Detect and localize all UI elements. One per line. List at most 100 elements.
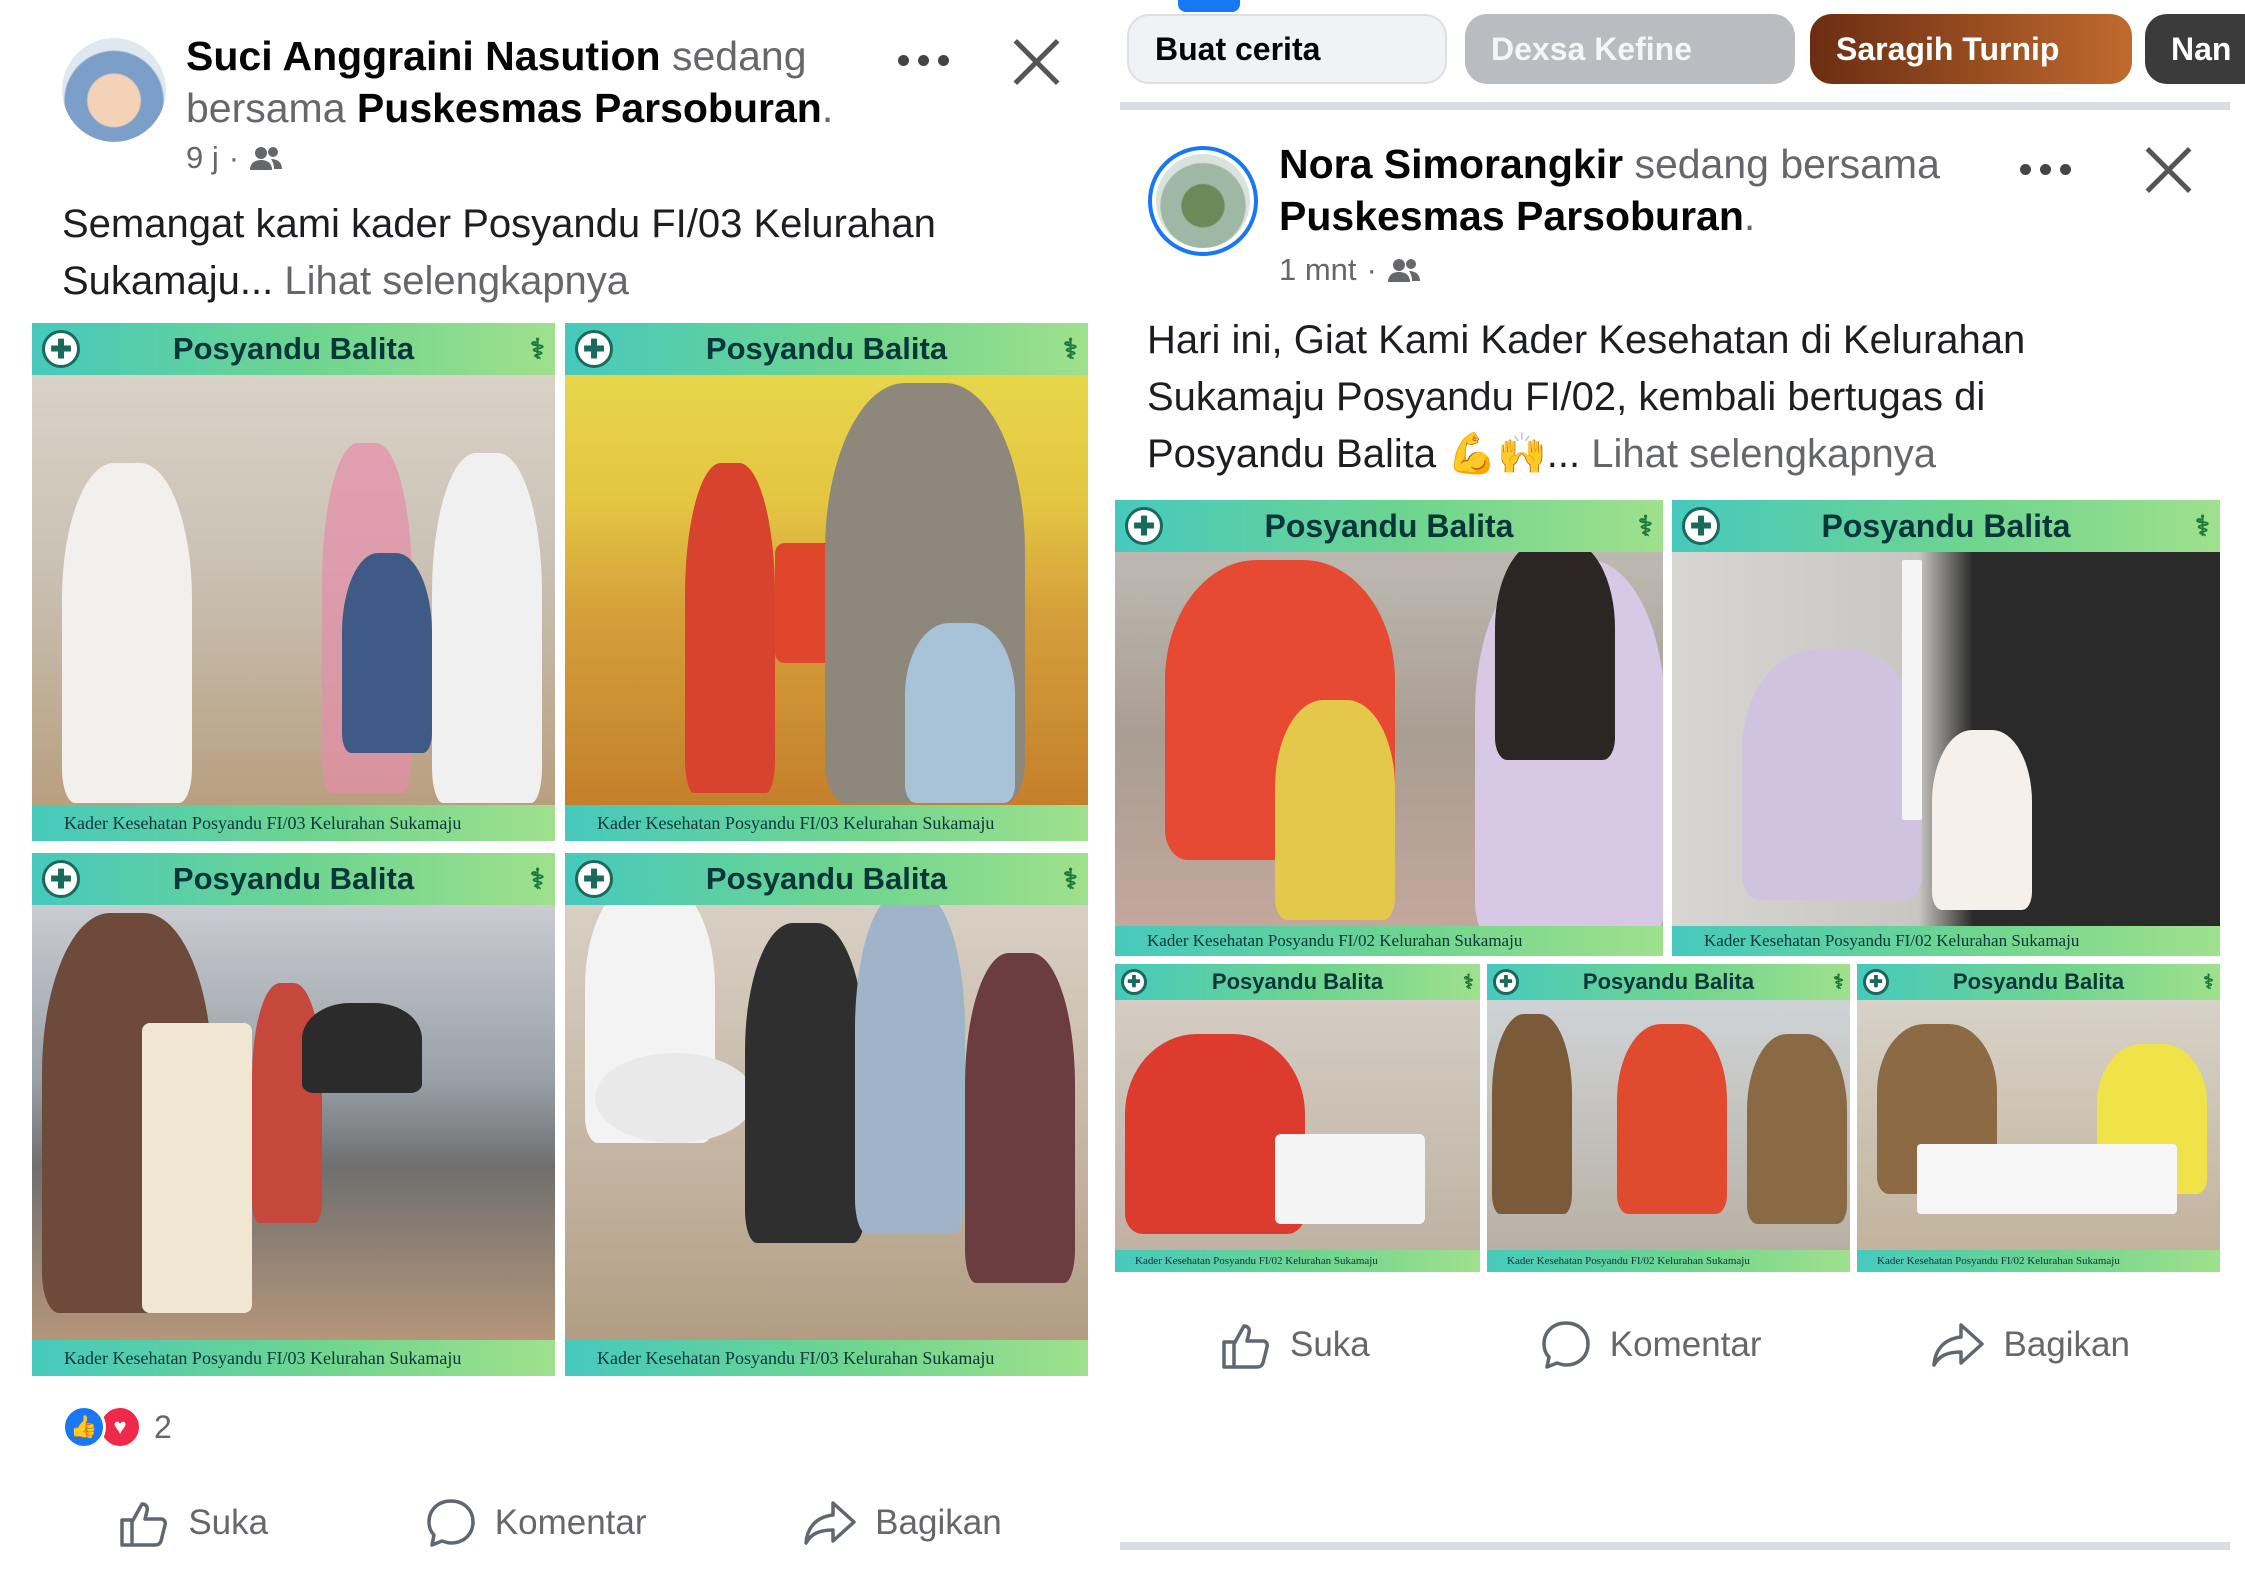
post-caption: Hari ini, Giat Kami Kader Kesehatan di K… (1147, 312, 2147, 483)
tile-title-band: ✚ Posyandu Balita ⚕ (565, 853, 1088, 905)
tile-footer: Kader Kesehatan Posyandu FI/03 Kelurahan… (565, 805, 1088, 841)
like-button[interactable]: Suka (1220, 1320, 1370, 1370)
logo-icon: ⚕ (2203, 971, 2214, 994)
reaction-summary[interactable]: 👍 ♥ 2 (62, 1405, 172, 1449)
tile-title-band: ✚ Posyandu Balita ⚕ (32, 323, 555, 375)
tile-title: Posyandu Balita (1952, 969, 2125, 994)
like-label: Suka (188, 1503, 269, 1542)
logo-icon: ⚕ (1062, 863, 1078, 895)
share-label: Bagikan (875, 1503, 1002, 1542)
share-icon (1932, 1323, 1985, 1367)
comment-button[interactable]: Komentar (425, 1497, 647, 1549)
post-actions: Suka Komentar Bagikan (1135, 1312, 2215, 1378)
group-audience-icon (250, 147, 283, 170)
author-name[interactable]: Nora Simorangkir (1279, 141, 1623, 187)
group-audience-icon (1387, 259, 1420, 282)
tile-title-band: ✚ Posyandu Balita ⚕ (1672, 500, 2220, 552)
like-icon (120, 1502, 168, 1547)
tile-title: Posyandu Balita (172, 331, 415, 366)
place-name[interactable]: Puskesmas Parsoburan (1279, 193, 1744, 239)
like-label: Suka (1289, 1325, 1370, 1364)
story-item[interactable]: Dexsa Kefine (1465, 14, 1795, 84)
photo-tile-1[interactable]: ✚ Posyandu Balita ⚕ Kader Kesehatan Posy… (1115, 500, 1663, 956)
tile-footer: Kader Kesehatan Posyandu FI/02 Kelurahan… (1115, 926, 1663, 956)
close-icon[interactable] (1010, 36, 1062, 88)
post-meta: 1 mnt · (1279, 252, 1421, 288)
tile-footer: Kader Kesehatan Posyandu FI/03 Kelurahan… (32, 1340, 555, 1376)
medical-cross-icon: ✚ (1121, 969, 1147, 995)
tile-footer: Kader Kesehatan Posyandu FI/03 Kelurahan… (565, 1340, 1088, 1376)
medical-cross-icon: ✚ (1682, 507, 1720, 545)
tile-footer: Kader Kesehatan Posyandu FI/02 Kelurahan… (1115, 1250, 1480, 1272)
divider-top (1120, 102, 2230, 110)
medical-cross-icon: ✚ (1493, 969, 1519, 995)
medical-cross-icon: ✚ (1863, 969, 1889, 995)
divider-bottom (1120, 1542, 2230, 1550)
story-label: Nan (2171, 30, 2232, 67)
medical-cross-icon: ✚ (42, 860, 80, 898)
tile-footer: Kader Kesehatan Posyandu FI/03 Kelurahan… (32, 805, 555, 841)
photo-tile-3[interactable]: ✚ Posyandu Balita ⚕ Kader Kesehatan Posy… (32, 853, 555, 1376)
right-post: Nora Simorangkir sedang bersama Puskesma… (1115, 112, 2245, 1587)
tile-title: Posyandu Balita (1821, 507, 2071, 544)
logo-icon: ⚕ (529, 863, 545, 895)
photo-tile-2[interactable]: ✚ Posyandu Balita ⚕ Kader Kesehatan Posy… (565, 323, 1088, 841)
photo-tile-4[interactable]: ✚ Posyandu Balita ⚕ Kader Kesehatan Posy… (565, 853, 1088, 1376)
active-tab-indicator (1178, 0, 1240, 12)
post-time[interactable]: 9 j (186, 140, 219, 176)
photo-tile-3[interactable]: ✚ Posyandu Balita ⚕ Kader Kesehatan Posy… (1115, 964, 1480, 1272)
story-create[interactable]: Buat cerita (1127, 14, 1447, 84)
comment-button[interactable]: Komentar (1540, 1319, 1762, 1371)
photo-tile-2[interactable]: ✚ Posyandu Balita ⚕ Kader Kesehatan Posy… (1672, 500, 2220, 956)
story-item[interactable]: Saragih Turnip (1810, 14, 2132, 84)
post-actions: Suka Komentar Bagikan (40, 1490, 1080, 1556)
share-icon (804, 1501, 856, 1545)
tile-footer: Kader Kesehatan Posyandu FI/02 Kelurahan… (1857, 1250, 2220, 1272)
story-item[interactable]: Nan (2145, 14, 2245, 84)
logo-icon: ⚕ (1833, 971, 1844, 994)
reaction-count: 2 (154, 1408, 172, 1445)
place-name[interactable]: Puskesmas Parsoburan (357, 85, 822, 131)
like-button[interactable]: Suka (118, 1498, 268, 1548)
tile-title: Posyandu Balita (172, 861, 415, 896)
logo-icon: ⚕ (529, 333, 545, 365)
photo-tile-5[interactable]: ✚ Posyandu Balita ⚕ Kader Kesehatan Posy… (1857, 964, 2220, 1272)
photo-tile-1[interactable]: ✚ Posyandu Balita ⚕ Kader Kesehatan Posy… (32, 323, 555, 841)
comment-icon (427, 1499, 475, 1547)
share-label: Bagikan (2003, 1325, 2130, 1364)
comment-label: Komentar (1609, 1325, 1762, 1364)
logo-icon: ⚕ (1637, 510, 1653, 542)
share-button[interactable]: Bagikan (1931, 1321, 2130, 1369)
medical-cross-icon: ✚ (575, 860, 613, 898)
medical-cross-icon: ✚ (575, 330, 613, 368)
tile-title-band: ✚ Posyandu Balita ⚕ (1487, 964, 1850, 1000)
author-avatar[interactable] (1148, 146, 1258, 256)
tile-title: Posyandu Balita (1582, 969, 1755, 994)
story-label: Saragih Turnip (1836, 30, 2060, 67)
tile-title: Posyandu Balita (1211, 969, 1384, 994)
with-text: sedang bersama (1634, 141, 1940, 187)
tile-title-band: ✚ Posyandu Balita ⚕ (1857, 964, 2220, 1000)
comment-label: Komentar (494, 1503, 647, 1542)
close-icon[interactable] (2142, 144, 2194, 196)
tile-title-band: ✚ Posyandu Balita ⚕ (1115, 500, 1663, 552)
tile-title: Posyandu Balita (705, 331, 948, 366)
post-time[interactable]: 1 mnt (1279, 252, 1357, 288)
author-name[interactable]: Suci Anggraini Nasution (186, 33, 661, 79)
story-label: Buat cerita (1155, 30, 1321, 67)
see-more-link[interactable]: Lihat selengkapnya (1591, 432, 1936, 476)
see-more-link[interactable]: Lihat selengkapnya (284, 259, 629, 303)
tile-title-band: ✚ Posyandu Balita ⚕ (32, 853, 555, 905)
more-options-icon[interactable] (2020, 164, 2071, 175)
author-avatar[interactable] (62, 38, 166, 142)
post-meta: 9 j · (186, 140, 283, 176)
tile-title-band: ✚ Posyandu Balita ⚕ (1115, 964, 1480, 1000)
share-button[interactable]: Bagikan (803, 1499, 1002, 1547)
tile-footer: Kader Kesehatan Posyandu FI/02 Kelurahan… (1672, 926, 2220, 956)
like-reaction-icon: 👍 (62, 1405, 106, 1449)
more-options-icon[interactable] (898, 55, 949, 66)
tile-title: Posyandu Balita (705, 861, 948, 896)
story-label: Dexsa Kefine (1491, 30, 1692, 67)
logo-icon: ⚕ (1463, 971, 1474, 994)
photo-tile-4[interactable]: ✚ Posyandu Balita ⚕ Kader Kesehatan Posy… (1487, 964, 1850, 1272)
